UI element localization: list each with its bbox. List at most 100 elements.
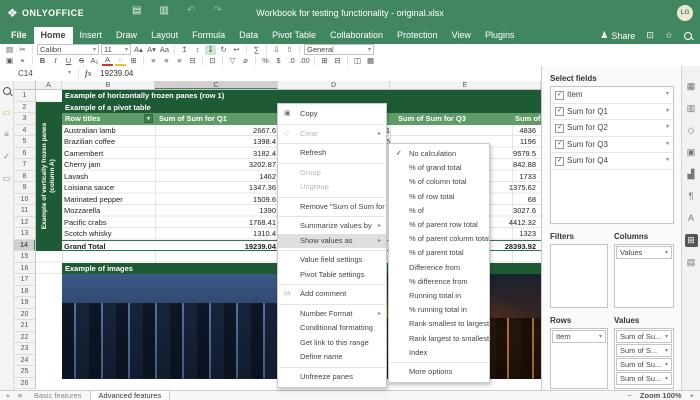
row-header-12[interactable]: 12	[14, 217, 35, 229]
insert-cells-icon[interactable]: ⊞	[319, 56, 330, 66]
navigation-icon[interactable]: ≡	[4, 130, 9, 139]
named-ranges-icon[interactable]: ⊡	[207, 56, 218, 66]
tab-plugins[interactable]: Plugins	[478, 27, 522, 44]
submenu-item-of-parent-total[interactable]: % of parent total	[389, 246, 489, 260]
field-row-sum-for-q3[interactable]: ✓Sum for Q3▾	[551, 137, 673, 154]
zoom-out-button[interactable]: −	[628, 391, 632, 400]
tab-formula[interactable]: Formula	[185, 27, 232, 44]
submenu-item-more-options[interactable]: More options	[389, 365, 489, 379]
row-header-16[interactable]: 16	[14, 263, 35, 275]
menu-item-copy[interactable]: ▣Copy	[278, 107, 386, 122]
row-header-22[interactable]: 22	[14, 332, 35, 344]
menu-item-remove-sum-of-sum-for-q1[interactable]: Remove "Sum of Sum for Q1 "	[278, 200, 386, 215]
field-checkbox[interactable]: ✓	[555, 157, 564, 166]
name-box-dropdown-icon[interactable]: ▾	[68, 66, 71, 81]
select-all-icon[interactable]: ⌖	[17, 56, 28, 66]
tab-view[interactable]: View	[445, 27, 478, 44]
columns-box[interactable]: Values▾	[614, 244, 674, 308]
rows-chip-item[interactable]: Item▾	[552, 330, 606, 343]
align-bottom-icon[interactable]: ↧	[205, 45, 216, 55]
menu-item-value-field-settings[interactable]: Value field settings	[278, 253, 386, 268]
decrement-font-size-icon[interactable]: A▾	[146, 45, 157, 55]
image-settings-icon[interactable]: ▣	[685, 146, 698, 159]
chip-dropdown-icon[interactable]: ▾	[665, 345, 668, 357]
formula-input[interactable]: 19239.04	[100, 66, 133, 81]
insert-function-icon[interactable]: fx	[85, 66, 92, 81]
menu-item-get-link-to-this-range[interactable]: Get link to this range	[278, 336, 386, 351]
paragraph-settings-icon[interactable]: ¶	[685, 190, 698, 203]
fill-color-icon[interactable]: ◌	[115, 56, 126, 66]
field-checkbox[interactable]: ✓	[555, 140, 564, 149]
submenu-item-rank-largest-to-smallest[interactable]: Rank largest to smallest	[389, 332, 489, 346]
autosum-icon[interactable]: ∑	[251, 45, 262, 55]
row-header-24[interactable]: 24	[14, 355, 35, 367]
merge-cells-icon[interactable]: ⊟	[187, 56, 198, 66]
row-header-14[interactable]: 14	[14, 240, 35, 252]
borders-icon[interactable]: ⊞	[128, 56, 139, 66]
submenu-item-of-grand-total[interactable]: % of grand total	[389, 161, 489, 175]
tab-pivot-table[interactable]: Pivot Table	[265, 27, 323, 44]
menu-item-refresh[interactable]: Refresh	[278, 146, 386, 161]
sort-ascending-icon[interactable]: ⇩	[271, 45, 282, 55]
values-chip-sum-of-s[interactable]: Sum of S...▾	[616, 344, 672, 357]
font-size-select[interactable]: 11▾	[101, 44, 131, 55]
row-header-18[interactable]: 18	[14, 286, 35, 298]
shape-settings-icon[interactable]: ◇	[685, 124, 698, 137]
chip-dropdown-icon[interactable]: ▾	[599, 331, 602, 343]
accounting-style-icon[interactable]: $	[273, 56, 284, 66]
submenu-item-of-row-total[interactable]: % of row total	[389, 190, 489, 204]
decrease-decimal-icon[interactable]: .0	[286, 56, 297, 66]
wrap-text-icon[interactable]: ↩	[231, 45, 242, 55]
search-icon[interactable]	[3, 87, 11, 95]
font-color-icon[interactable]: A	[102, 56, 113, 66]
column-header-c[interactable]: C	[155, 81, 278, 89]
submenu-item-of-parent-row-total[interactable]: % of parent row total	[389, 218, 489, 232]
row-header-11[interactable]: 11	[14, 205, 35, 217]
save-icon[interactable]: ▤	[132, 5, 141, 16]
row-header-13[interactable]: 13	[14, 228, 35, 240]
user-avatar[interactable]: LG	[677, 5, 693, 21]
row-header-2[interactable]: 2	[14, 102, 35, 114]
submenu-item-rank-smallest-to-largest[interactable]: Rank smallest to largest	[389, 317, 489, 331]
menu-item-unfreeze-panes[interactable]: Unfreeze panes	[278, 370, 386, 385]
select-all-corner[interactable]	[14, 81, 36, 89]
row-header-17[interactable]: 17	[14, 274, 35, 286]
share-button[interactable]: ♟ Share	[600, 30, 635, 41]
menu-item-summarize-values-by[interactable]: Summarize values by▸	[278, 219, 386, 234]
sheet-tab-advanced-features[interactable]: Advanced features	[90, 391, 171, 400]
filters-box[interactable]	[550, 244, 608, 308]
field-dropdown-icon[interactable]: ▾	[666, 87, 669, 103]
field-dropdown-icon[interactable]: ▾	[666, 137, 669, 153]
column-header-e[interactable]: E	[390, 81, 541, 89]
format-as-table-icon[interactable]: ▦	[365, 56, 376, 66]
tab-layout[interactable]: Layout	[144, 27, 185, 44]
tab-draw[interactable]: Draw	[109, 27, 144, 44]
field-row-item[interactable]: ✓Item▾	[551, 87, 673, 104]
filter-icon[interactable]: ▽	[227, 56, 238, 66]
columns-chip-values[interactable]: Values▾	[616, 246, 672, 259]
align-center-icon[interactable]: ≡	[161, 56, 172, 66]
submenu-item-of-parent-column-total[interactable]: % of parent column total	[389, 232, 489, 246]
pivot-table-settings-icon[interactable]: ⊞	[685, 234, 698, 247]
open-file-location-icon[interactable]: ⊡	[646, 30, 654, 41]
align-middle-icon[interactable]: ↕	[192, 45, 203, 55]
submenu-item-index[interactable]: Index	[389, 346, 489, 360]
delete-cells-icon[interactable]: ⊟	[332, 56, 343, 66]
redo-icon[interactable]: ↷	[213, 5, 221, 16]
row-header-19[interactable]: 19	[14, 297, 35, 309]
tab-home[interactable]: Home	[34, 27, 73, 44]
tab-file[interactable]: File	[4, 27, 34, 44]
submenu-item-no-calculation[interactable]: ✓No calculation	[389, 147, 489, 161]
comments-icon[interactable]: ▭	[3, 108, 11, 117]
values-chip-sum-of-su[interactable]: Sum of Su...▾	[616, 330, 672, 343]
font-name-select[interactable]: Calibri▾	[37, 44, 99, 55]
subscript-icon[interactable]: A₂	[89, 56, 100, 66]
menu-item-conditional-formatting[interactable]: Conditional formatting	[278, 321, 386, 336]
tab-protection[interactable]: Protection	[390, 27, 445, 44]
menu-item-define-name[interactable]: Define name	[278, 350, 386, 365]
tab-data[interactable]: Data	[232, 27, 265, 44]
row-header-10[interactable]: 10	[14, 194, 35, 206]
undo-icon[interactable]: ↶	[187, 5, 195, 16]
clear-filter-icon[interactable]: ⌀	[240, 56, 251, 66]
row-header-23[interactable]: 23	[14, 343, 35, 355]
